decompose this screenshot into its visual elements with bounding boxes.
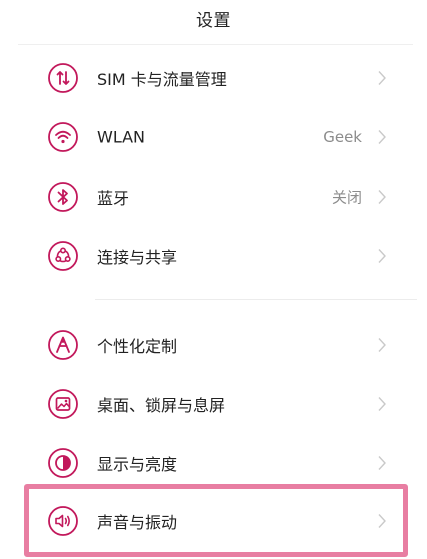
display-brightness-icon <box>47 447 79 479</box>
settings-item-label: 桌面、锁屏与息屏 <box>97 396 226 415</box>
bluetooth-icon <box>47 181 79 213</box>
wlan-network-name: Geek <box>323 128 362 146</box>
header-divider <box>18 44 413 45</box>
settings-item-personalization[interactable]: 个性化定制 <box>0 316 427 374</box>
settings-item-label: 个性化定制 <box>97 337 178 356</box>
settings-item-label: SIM 卡与流量管理 <box>97 70 227 89</box>
settings-item-connection-sharing[interactable]: 连接与共享 <box>0 227 427 285</box>
chevron-right-icon <box>377 248 387 264</box>
chevron-right-icon <box>377 70 387 86</box>
chevron-right-icon <box>377 337 387 353</box>
page-title: 设置 <box>196 11 231 31</box>
settings-item-desktop-lockscreen[interactable]: 桌面、锁屏与息屏 <box>0 375 427 433</box>
section-divider <box>95 299 417 300</box>
settings-item-label: 蓝牙 <box>97 189 130 208</box>
settings-item-label: 显示与亮度 <box>97 455 178 474</box>
wallpaper-icon <box>47 388 79 420</box>
personalization-icon <box>47 329 79 361</box>
settings-item-label: 连接与共享 <box>97 248 178 267</box>
settings-item-label: 声音与振动 <box>97 513 178 532</box>
settings-item-display-brightness[interactable]: 显示与亮度 <box>0 434 427 492</box>
settings-item-wlan[interactable]: WLAN Geek <box>0 108 427 166</box>
settings-item-bluetooth[interactable]: 蓝牙 关闭 <box>0 168 427 226</box>
chevron-right-icon <box>377 455 387 471</box>
chevron-right-icon <box>377 189 387 205</box>
settings-item-sound-vibration[interactable]: 声音与振动 <box>0 492 427 550</box>
settings-item-sim[interactable]: SIM 卡与流量管理 <box>0 49 427 107</box>
sound-vibration-icon <box>47 505 79 537</box>
sim-data-icon <box>47 62 79 94</box>
connection-sharing-icon <box>47 240 79 272</box>
settings-item-label: WLAN <box>97 127 146 147</box>
wifi-icon <box>47 121 79 153</box>
bluetooth-status: 关闭 <box>331 188 362 207</box>
chevron-right-icon <box>377 513 387 529</box>
header: 设置 <box>0 0 427 40</box>
chevron-right-icon <box>377 129 387 145</box>
chevron-right-icon <box>377 396 387 412</box>
